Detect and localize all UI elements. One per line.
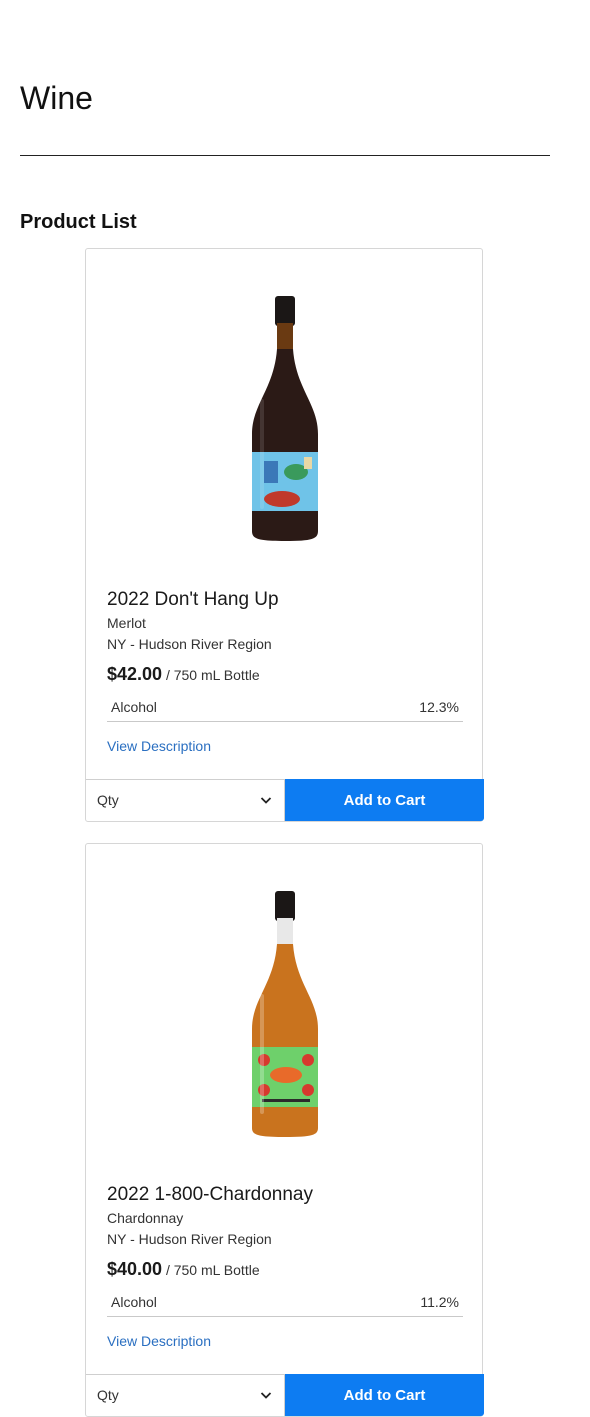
spec-label: Alcohol: [111, 699, 157, 715]
qty-select-value: Qty: [97, 792, 119, 808]
qty-select[interactable]: Qty: [86, 779, 285, 821]
chevron-down-icon: [260, 797, 272, 804]
product-region: NY - Hudson River Region: [107, 636, 272, 652]
section-title: Product List: [20, 211, 137, 233]
price-row: $40.00 / 750 mL Bottle: [107, 1257, 260, 1282]
product-image[interactable]: [86, 249, 482, 569]
spec-value: 12.3%: [419, 699, 459, 715]
product-card: 2022 1-800-Chardonnay Chardonnay NY - Hu…: [85, 843, 484, 1417]
price-unit: / 750 mL Bottle: [165, 667, 260, 683]
wine-bottle-image: [252, 891, 318, 1137]
wine-bottle-image: [252, 296, 318, 541]
product-image[interactable]: [86, 844, 482, 1164]
product-price: $40.00: [107, 1259, 163, 1279]
product-region: NY - Hudson River Region: [107, 1231, 272, 1247]
add-to-cart-button[interactable]: Add to Cart: [285, 1374, 484, 1416]
qty-select-value: Qty: [97, 1387, 119, 1403]
alcohol-spec-row: Alcohol 11.2%: [107, 1290, 463, 1317]
qty-select[interactable]: Qty: [86, 1374, 285, 1416]
title-divider: [20, 155, 550, 156]
chevron-down-icon: [260, 1392, 272, 1399]
spec-label: Alcohol: [111, 1294, 157, 1310]
product-name[interactable]: 2022 Don't Hang Up: [107, 587, 279, 613]
price-unit: / 750 mL Bottle: [165, 1262, 260, 1278]
product-name[interactable]: 2022 1-800-Chardonnay: [107, 1182, 313, 1208]
product-card: 2022 Don't Hang Up Merlot NY - Hudson Ri…: [85, 248, 484, 822]
product-varietal: Chardonnay: [107, 1210, 184, 1226]
spec-value: 11.2%: [420, 1294, 459, 1310]
page-title: Wine: [20, 80, 93, 116]
alcohol-spec-row: Alcohol 12.3%: [107, 695, 463, 722]
add-to-cart-button[interactable]: Add to Cart: [285, 779, 484, 821]
view-description-link[interactable]: View Description: [107, 736, 211, 756]
price-row: $42.00 / 750 mL Bottle: [107, 662, 260, 687]
product-varietal: Merlot: [107, 615, 146, 631]
view-description-link[interactable]: View Description: [107, 1331, 211, 1351]
product-price: $42.00: [107, 664, 163, 684]
